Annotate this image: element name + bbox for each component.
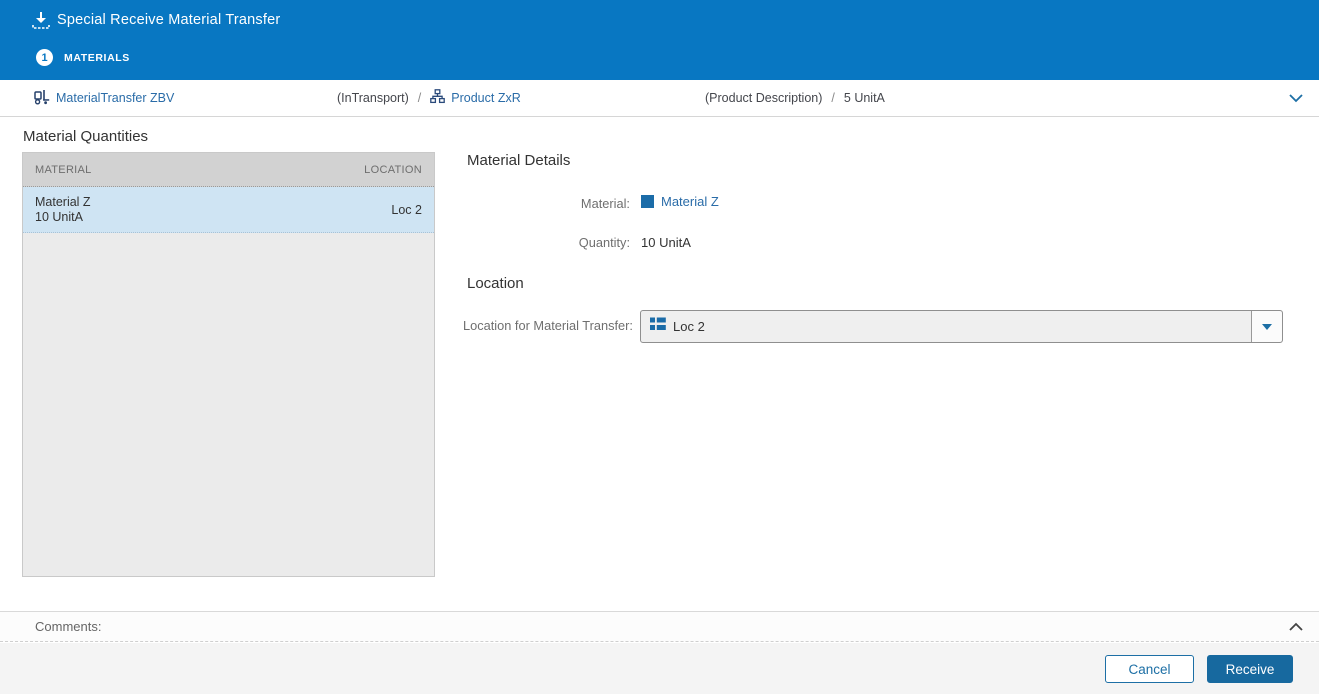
location-grid-icon	[650, 317, 666, 336]
chevron-down-icon[interactable]	[1287, 90, 1305, 106]
material-swatch-icon	[641, 195, 654, 208]
cancel-button[interactable]: Cancel	[1105, 655, 1194, 683]
breadcrumb-separator: /	[417, 91, 422, 105]
chevron-up-icon[interactable]	[1287, 620, 1305, 634]
location-dropdown[interactable]: Loc 2	[640, 310, 1283, 343]
material-transfer-link[interactable]: MaterialTransfer ZBV	[56, 91, 174, 105]
column-header-location: LOCATION	[364, 163, 422, 176]
receive-download-icon	[30, 10, 52, 32]
quantity-value: 10 UnitA	[641, 235, 691, 250]
wizard-step-materials[interactable]: 1 MATERIALS	[36, 49, 130, 66]
app-header: Special Receive Material Transfer 1 MATE…	[0, 0, 1319, 80]
product-link[interactable]: Product ZxR	[451, 91, 520, 105]
dropdown-arrow-icon	[1262, 323, 1272, 330]
location-for-material-transfer-label: Location for Material Transfer:	[463, 318, 633, 333]
comments-bar[interactable]: Comments:	[0, 611, 1319, 642]
product-hierarchy-icon	[430, 89, 446, 107]
row-location-cell: Loc 2	[391, 202, 422, 217]
material-value-group: Material Z	[641, 194, 719, 209]
material-quantities-title: Material Quantities	[23, 128, 149, 145]
row-material-name: Material Z	[35, 194, 91, 209]
column-header-material: MATERIAL	[35, 163, 92, 176]
table-row-material-z[interactable]: Material Z 10 UnitA Loc 2	[23, 187, 434, 233]
material-label: Material:	[580, 196, 630, 211]
location-dropdown-field[interactable]: Loc 2	[641, 311, 1251, 342]
special-receive-material-transfer-window: Special Receive Material Transfer 1 MATE…	[0, 0, 1319, 694]
product-quantity-text: 5 UnitA	[843, 91, 885, 105]
quantity-label: Quantity:	[578, 235, 630, 250]
breadcrumb-material-transfer[interactable]: MaterialTransfer ZBV	[33, 80, 174, 116]
step-label: MATERIALS	[64, 51, 130, 64]
location-section-title: Location	[467, 275, 524, 292]
step-number-badge: 1	[36, 49, 53, 66]
action-footer: Cancel Receive	[0, 643, 1319, 694]
breadcrumb-product-segment: (Product Description) / 5 UnitA	[705, 80, 885, 116]
page-title: Special Receive Material Transfer	[57, 12, 281, 28]
location-dropdown-value: Loc 2	[673, 319, 705, 334]
comments-label: Comments:	[35, 619, 102, 634]
material-details-title: Material Details	[467, 152, 571, 169]
receive-button[interactable]: Receive	[1207, 655, 1293, 683]
material-quantities-table: MATERIAL LOCATION Material Z 10 UnitA Lo…	[22, 152, 435, 577]
material-transfer-cart-icon	[33, 89, 50, 108]
breadcrumb-separator: /	[831, 91, 835, 105]
transfer-status-text: (InTransport)	[337, 91, 409, 105]
material-value-link[interactable]: Material Z	[661, 194, 719, 209]
row-material-cell: Material Z 10 UnitA	[35, 195, 91, 225]
product-description-text: (Product Description)	[705, 91, 823, 105]
location-dropdown-button[interactable]	[1251, 311, 1282, 342]
row-material-quantity: 10 UnitA	[35, 209, 83, 224]
table-header-row: MATERIAL LOCATION	[23, 153, 434, 187]
context-bar: MaterialTransfer ZBV (InTransport) / Pro…	[0, 80, 1319, 117]
breadcrumb-transport-segment: (InTransport) / Product ZxR	[337, 80, 521, 116]
